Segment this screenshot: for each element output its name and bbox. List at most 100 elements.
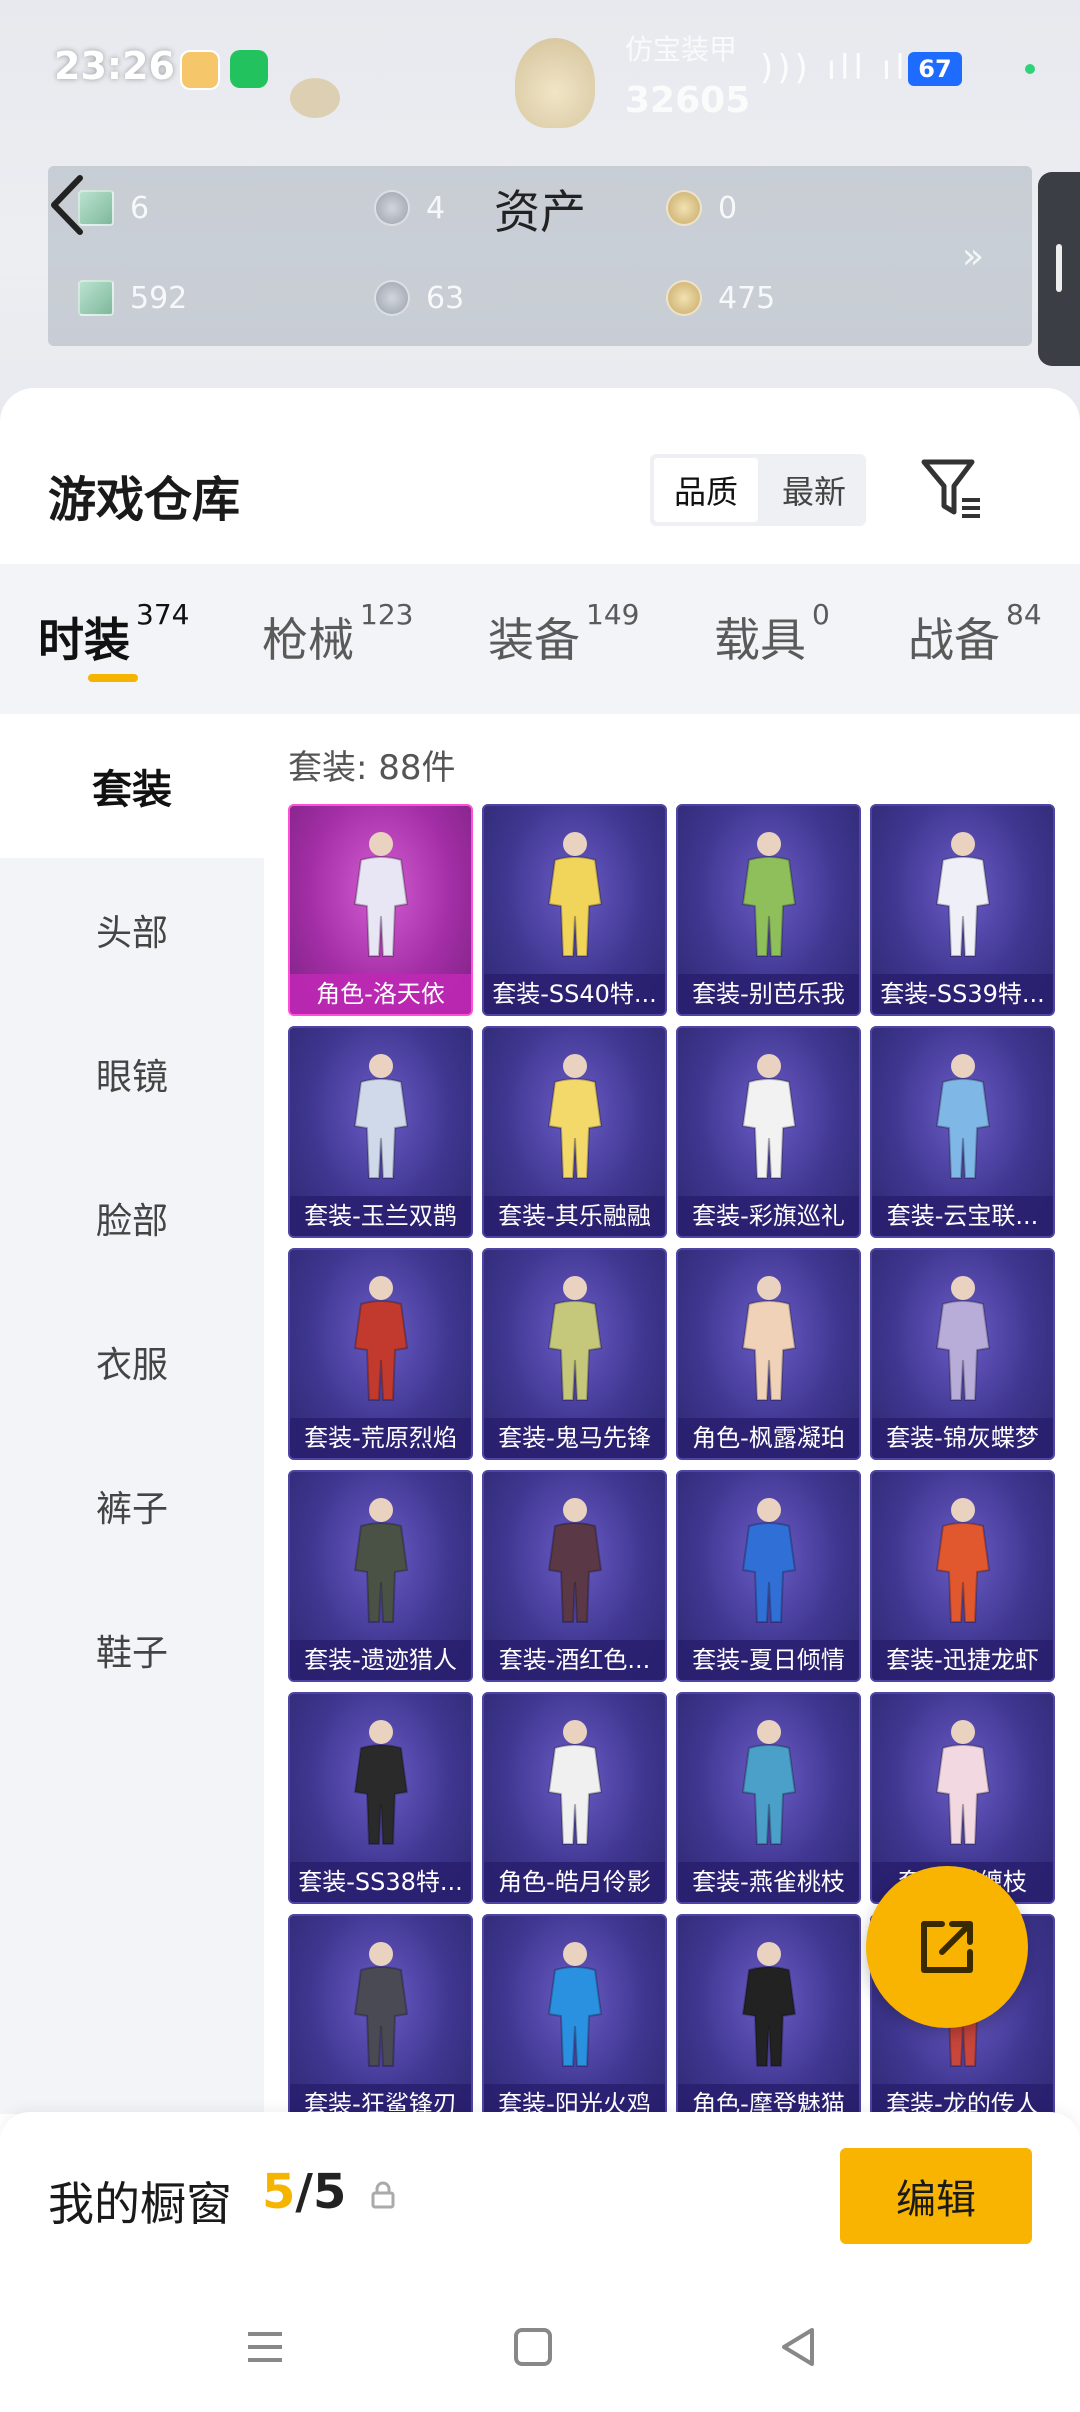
item-card-label: 角色-枫露凝珀 bbox=[678, 1418, 859, 1458]
item-card-label: 套装-其乐融融 bbox=[484, 1196, 665, 1236]
item-count-label: 套装: 88件 bbox=[288, 748, 456, 788]
menu-icon[interactable] bbox=[240, 2322, 290, 2372]
asset-value: 475 bbox=[718, 280, 776, 316]
share-button[interactable] bbox=[866, 1866, 1028, 2028]
item-card[interactable]: 套装-酒红色... bbox=[482, 1470, 667, 1682]
asset-value: 63 bbox=[426, 280, 465, 316]
tab-count: 374 bbox=[136, 598, 190, 631]
active-tab-indicator bbox=[88, 674, 138, 682]
lock-icon bbox=[371, 2181, 395, 2209]
category-tabs: 时装 374 枪械 123 装备 149 载具 0 战备 84 bbox=[0, 564, 1080, 714]
item-card[interactable]: 套装-玉兰双鹊 bbox=[288, 1026, 473, 1238]
item-card[interactable]: 套装-彩旗巡礼 bbox=[676, 1026, 861, 1238]
outfit-figure-icon bbox=[935, 1276, 990, 1401]
signal-icon: ))) ıll ıll bbox=[760, 48, 923, 88]
item-card[interactable]: 套装-夏日倾情 bbox=[676, 1470, 861, 1682]
asset-item: 6 bbox=[78, 190, 149, 226]
outfit-figure-icon bbox=[935, 1720, 990, 1845]
more-arrow-icon[interactable]: » bbox=[962, 236, 984, 277]
outfit-figure-icon bbox=[741, 1054, 796, 1179]
outfit-figure-icon bbox=[935, 1498, 990, 1623]
sidebar-item-glasses[interactable]: 眼镜 bbox=[0, 1002, 264, 1146]
item-card[interactable]: 套装-鬼马先锋 bbox=[482, 1248, 667, 1460]
item-card[interactable]: 角色-摩登魅猫 bbox=[676, 1914, 861, 2126]
item-card-label: 套装-玉兰双鹊 bbox=[290, 1196, 471, 1236]
item-card-label: 角色-皓月伶影 bbox=[484, 1862, 665, 1902]
tab-equipment[interactable]: 装备 149 bbox=[488, 598, 639, 670]
tab-label: 载具 bbox=[714, 613, 806, 667]
item-card-label: 套装-SS40特... bbox=[484, 974, 665, 1014]
item-card[interactable]: 套装-锦灰蝶梦 bbox=[870, 1248, 1055, 1460]
item-card[interactable]: 套装-阳光火鸡 bbox=[482, 1914, 667, 2126]
outfit-figure-icon bbox=[741, 1276, 796, 1401]
tab-count: 84 bbox=[1006, 598, 1042, 631]
sidebar-item-face[interactable]: 脸部 bbox=[0, 1146, 264, 1290]
asset-value: 0 bbox=[718, 190, 738, 226]
showcase-bar: 我的橱窗 5/5 编辑 bbox=[0, 2112, 1080, 2282]
item-card[interactable]: 套装-狂鲨锋刃 bbox=[288, 1914, 473, 2126]
sidebar-item-suits[interactable]: 套装 bbox=[0, 714, 264, 858]
item-card[interactable]: 套装-迅捷龙虾 bbox=[870, 1470, 1055, 1682]
sidebar-item-shoes[interactable]: 鞋子 bbox=[0, 1578, 264, 1722]
item-card-label: 套装-彩旗巡礼 bbox=[678, 1196, 859, 1236]
filter-icon[interactable] bbox=[918, 454, 986, 524]
sidebar-item-clothes[interactable]: 衣服 bbox=[0, 1290, 264, 1434]
item-card[interactable]: 角色-皓月伶影 bbox=[482, 1692, 667, 1904]
sort-quality-button[interactable]: 品质 bbox=[654, 458, 758, 522]
item-card[interactable]: 套装-云宝联... bbox=[870, 1026, 1055, 1238]
blurred-title: 仿宝装甲 bbox=[625, 33, 738, 66]
card-icon bbox=[78, 190, 114, 226]
coin-silver-icon bbox=[374, 190, 410, 226]
app-notification-icon bbox=[180, 50, 220, 90]
tab-supplies[interactable]: 战备 84 bbox=[908, 598, 1042, 670]
item-card[interactable]: 套装-燕雀桃枝 bbox=[676, 1692, 861, 1904]
tab-fashion[interactable]: 时装 374 bbox=[38, 598, 189, 670]
item-card[interactable]: 套装-其乐融融 bbox=[482, 1026, 667, 1238]
sort-newest-button[interactable]: 最新 bbox=[762, 454, 866, 526]
tab-label: 装备 bbox=[488, 613, 580, 667]
outfit-figure-icon bbox=[547, 1720, 602, 1845]
item-card[interactable]: 角色-枫露凝珀 bbox=[676, 1248, 861, 1460]
outfit-figure-icon bbox=[547, 832, 602, 957]
tab-label: 时装 bbox=[38, 613, 130, 667]
system-navbar bbox=[0, 2282, 1080, 2412]
tab-weapons[interactable]: 枪械 123 bbox=[262, 598, 413, 670]
status-time: 23:26 bbox=[54, 44, 175, 88]
item-card[interactable]: 套装-SS40特... bbox=[482, 804, 667, 1016]
item-card[interactable]: 角色-洛天依 bbox=[288, 804, 473, 1016]
asset-value: 6 bbox=[130, 190, 150, 226]
item-card-label: 套装-云宝联... bbox=[872, 1196, 1053, 1236]
home-icon[interactable] bbox=[508, 2322, 558, 2372]
warehouse-title: 游戏仓库 bbox=[48, 472, 241, 528]
subcategory-sidebar: 套装 头部 眼镜 脸部 衣服 裤子 鞋子 bbox=[0, 714, 264, 2114]
edit-button[interactable]: 编辑 bbox=[840, 2148, 1032, 2244]
item-card[interactable]: 套装-SS39特... bbox=[870, 804, 1055, 1016]
side-drawer-handle[interactable] bbox=[1038, 172, 1080, 366]
status-bar: 23:26 仿宝装甲 32605 ))) ıll ıll 67 bbox=[0, 0, 1080, 140]
sidebar-item-head[interactable]: 头部 bbox=[0, 858, 264, 1002]
asset-item: 63 bbox=[374, 280, 464, 316]
outfit-figure-icon bbox=[547, 1054, 602, 1179]
item-card[interactable]: 套装-遗迹猎人 bbox=[288, 1470, 473, 1682]
item-card[interactable]: 套装-别芭乐我 bbox=[676, 804, 861, 1016]
tab-vehicles[interactable]: 载具 0 bbox=[714, 598, 830, 670]
showcase-separator: / bbox=[295, 2164, 313, 2220]
assets-title: 资产 bbox=[494, 185, 586, 239]
item-card-label: 套装-SS38特... bbox=[290, 1862, 471, 1902]
share-external-icon bbox=[921, 1921, 973, 1973]
item-card[interactable]: 套装-荒原烈焰 bbox=[288, 1248, 473, 1460]
tab-count: 123 bbox=[360, 598, 414, 631]
coin-gold-icon bbox=[666, 280, 702, 316]
tab-label: 枪械 bbox=[262, 613, 354, 667]
outfit-figure-icon bbox=[741, 1720, 796, 1845]
item-card-label: 角色-洛天依 bbox=[290, 974, 471, 1014]
asset-item: 0 bbox=[666, 190, 737, 226]
showcase-current: 5 bbox=[262, 2164, 296, 2220]
sidebar-item-pants[interactable]: 裤子 bbox=[0, 1434, 264, 1578]
outfit-figure-icon bbox=[741, 832, 796, 957]
item-card[interactable]: 套装-SS38特... bbox=[288, 1692, 473, 1904]
coin-gold-icon bbox=[666, 190, 702, 226]
back-icon[interactable] bbox=[774, 2322, 824, 2372]
item-card-label: 套装-SS39特... bbox=[872, 974, 1053, 1014]
asset-value: 4 bbox=[426, 190, 446, 226]
